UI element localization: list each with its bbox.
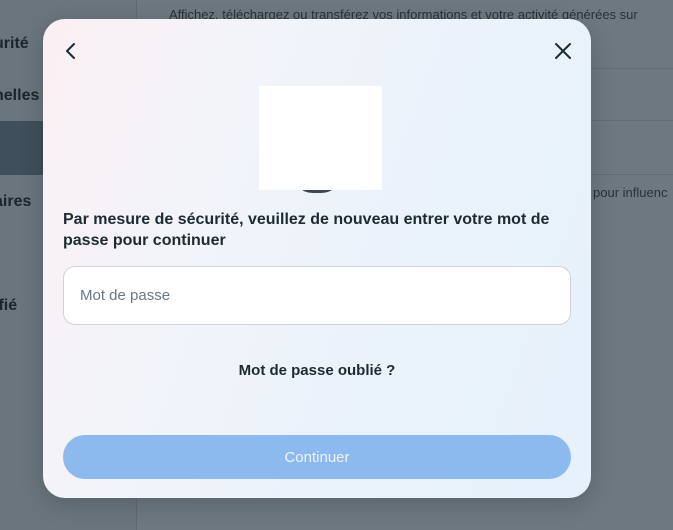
close-button[interactable] [547,35,579,67]
continue-button[interactable]: Continuer [63,435,571,479]
sidebar-item-label: nelles [0,87,40,104]
background-description: pour influenc [593,185,668,200]
dialog-heading: Par mesure de sécurité, veuillez de nouv… [63,211,550,249]
reauth-dialog: Par mesure de sécurité, veuillez de nouv… [43,19,591,498]
sidebar-item-label: aires [0,193,32,210]
back-button[interactable] [55,35,87,67]
sidebar-item-label: ifié [0,297,18,314]
password-input[interactable] [63,266,571,325]
avatar [259,86,382,190]
chevron-left-icon [66,43,75,59]
sidebar-item-label: urité [0,35,29,52]
forgot-password-link[interactable]: Mot de passe oublié ? [43,362,591,379]
close-icon [555,43,571,59]
